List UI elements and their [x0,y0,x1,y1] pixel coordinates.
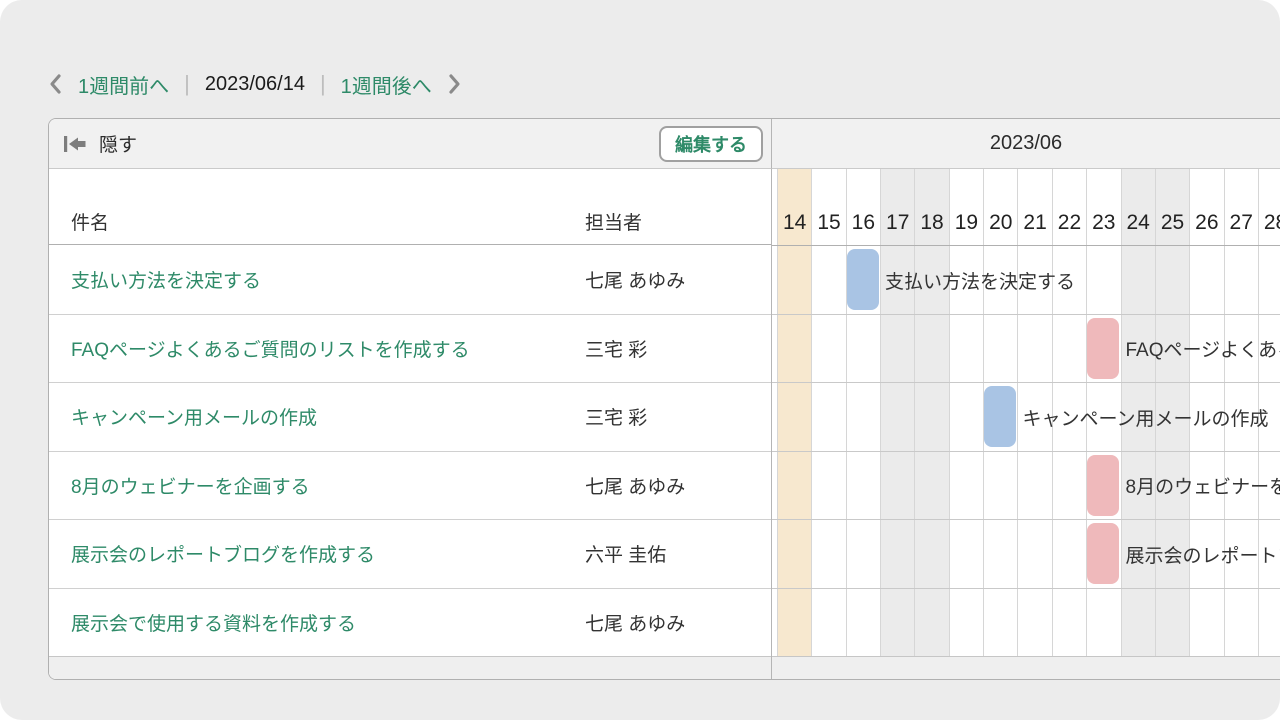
chart-row [772,588,1280,657]
task-subject-cell: キャンペーン用メールの作成 [49,403,585,430]
day-number: 21 [1018,211,1051,235]
day-number: 28 [1259,211,1280,235]
gantt-bar[interactable] [847,249,879,310]
gantt-bar-label: キャンペーン用メールの作成 [1022,383,1268,452]
task-table: 件名 担当者 支払い方法を決定する 七尾 あゆみ FAQページよくあるご質問のリ… [49,169,772,679]
chart-rows: 支払い方法を決定する FAQページよくあるご質問のリストを作成する キャンペーン… [772,245,1280,656]
task-subject-cell: 展示会のレポートブログを作成する [49,540,585,567]
month-header: 2023/06 [772,119,1280,169]
column-header-subject: 件名 [49,208,585,235]
gantt-bar-label: 支払い方法を決定する [885,246,1075,315]
chart-footer [772,656,1280,679]
chart-row: キャンペーン用メールの作成 [772,382,1280,451]
nav-separator: | [184,71,190,97]
task-rows: 支払い方法を決定する 七尾 あゆみ FAQページよくあるご質問のリストを作成する… [49,245,771,656]
week-navigation: 1週間前へ | 2023/06/14 | 1週間後へ [48,68,462,100]
gantt-panel: 隠す 編集する 2023/06 件名 担当者 支払い方法を決定する 七尾 あゆみ… [48,118,1280,680]
day-number: 26 [1190,211,1223,235]
table-column-header: 件名 担当者 [49,169,771,245]
gantt-bar[interactable] [1087,523,1119,584]
nav-separator: | [320,71,326,97]
table-row: 支払い方法を決定する 七尾 あゆみ [49,245,771,314]
gantt-bar[interactable] [1087,455,1119,516]
day-number: 23 [1087,211,1120,235]
gantt-bar[interactable] [984,386,1016,447]
task-link[interactable]: 展示会で使用する資料を作成する [71,614,356,635]
day-number: 27 [1225,211,1258,235]
edit-button[interactable]: 編集する [659,126,763,162]
day-number: 15 [812,211,845,235]
next-week-link[interactable]: 1週間後へ [341,70,432,99]
task-link[interactable]: 8月のウェビナーを企画する [71,477,310,498]
gantt-chart: 14 15 16 17 18 19 20 21 22 23 24 25 26 2… [772,169,1280,679]
table-row: 展示会で使用する資料を作成する 七尾 あゆみ [49,588,771,657]
task-subject-cell: 展示会で使用する資料を作成する [49,609,585,636]
day-number: 14 [778,211,811,235]
prev-week-link[interactable]: 1週間前へ [78,70,169,99]
gantt-bar[interactable] [1087,318,1119,379]
hide-sidebar-button[interactable]: 隠す [63,130,137,157]
table-row: FAQページよくあるご質問のリストを作成する 三宅 彩 [49,314,771,383]
hide-label: 隠す [99,130,137,157]
column-header-assignee: 担当者 [585,208,771,235]
collapse-left-icon [63,135,87,153]
day-number: 24 [1122,211,1155,235]
day-number: 18 [915,211,948,235]
day-number: 19 [950,211,983,235]
day-number: 25 [1156,211,1189,235]
task-assignee: 七尾 あゆみ [585,609,771,636]
day-number: 17 [881,211,914,235]
gantt-bar-label: 8月のウェビナーを企画する [1126,452,1280,521]
panel-header-left: 隠す 編集する [49,119,772,169]
chart-row: 8月のウェビナーを企画する [772,451,1280,520]
task-subject-cell: 8月のウェビナーを企画する [49,472,585,499]
gantt-page: 1週間前へ | 2023/06/14 | 1週間後へ 隠す 編集する 2023/… [0,0,1280,720]
task-assignee: 七尾 あゆみ [585,472,771,499]
day-number: 22 [1053,211,1086,235]
chevron-left-icon[interactable] [48,73,63,95]
task-subject-cell: FAQページよくあるご質問のリストを作成する [49,335,585,362]
table-footer [49,656,771,679]
task-link[interactable]: 展示会のレポートブログを作成する [71,545,375,566]
table-row: キャンペーン用メールの作成 三宅 彩 [49,382,771,451]
task-subject-cell: 支払い方法を決定する [49,266,585,293]
table-row: 8月のウェビナーを企画する 七尾 あゆみ [49,451,771,520]
chart-row: 支払い方法を決定する [772,245,1280,314]
task-link[interactable]: キャンペーン用メールの作成 [71,408,317,429]
day-number: 20 [984,211,1017,235]
chart-body: 14 15 16 17 18 19 20 21 22 23 24 25 26 2… [772,169,1280,656]
task-assignee: 三宅 彩 [585,335,771,362]
gantt-bar-label: FAQページよくあるご質問のリストを作成する [1126,315,1280,384]
task-assignee: 七尾 あゆみ [585,266,771,293]
gantt-bar-label: 展示会のレポートブログを作成する [1126,520,1280,589]
task-assignee: 三宅 彩 [585,403,771,430]
chevron-right-icon[interactable] [447,73,462,95]
day-number: 16 [847,211,880,235]
month-label: 2023/06 [990,132,1062,155]
task-link[interactable]: 支払い方法を決定する [71,271,261,292]
chart-row: 展示会のレポートブログを作成する [772,519,1280,588]
chart-row: FAQページよくあるご質問のリストを作成する [772,314,1280,383]
current-date-label: 2023/06/14 [205,73,305,96]
table-row: 展示会のレポートブログを作成する 六平 圭佑 [49,519,771,588]
task-link[interactable]: FAQページよくあるご質問のリストを作成する [71,340,470,361]
task-assignee: 六平 圭佑 [585,540,771,567]
